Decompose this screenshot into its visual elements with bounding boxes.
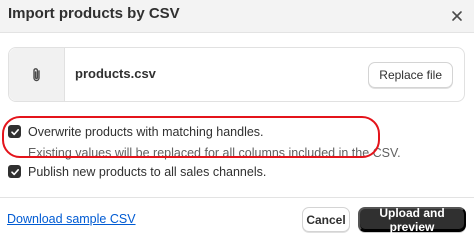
publish-option: Publish new products to all sales channe… — [8, 164, 266, 180]
file-thumbnail — [9, 48, 65, 101]
overwrite-option: Overwrite products with matching handles… — [8, 124, 401, 161]
overwrite-help-text: Existing values will be replaced for all… — [28, 146, 401, 160]
download-sample-csv-link[interactable]: Download sample CSV — [7, 212, 136, 226]
publish-checkbox[interactable] — [8, 165, 21, 178]
close-icon — [452, 11, 462, 21]
modal-header: Import products by CSV — [0, 0, 474, 33]
file-name: products.csv — [75, 66, 156, 81]
modal-footer: Download sample CSV Cancel Upload and pr… — [0, 197, 474, 235]
import-products-modal: Import products by CSV products.csv Repl… — [0, 0, 474, 235]
replace-file-button[interactable]: Replace file — [368, 62, 453, 88]
publish-label: Publish new products to all sales channe… — [28, 165, 267, 179]
overwrite-option-text: Overwrite products with matching handles… — [28, 124, 401, 161]
checkmark-icon — [10, 128, 19, 135]
file-card: products.csv Replace file — [8, 47, 465, 102]
upload-and-preview-button[interactable]: Upload and preview — [358, 206, 466, 234]
checkmark-icon — [10, 168, 19, 175]
modal-title: Import products by CSV — [8, 5, 180, 22]
overwrite-checkbox[interactable] — [8, 125, 21, 138]
close-button[interactable] — [444, 3, 470, 29]
publish-option-text: Publish new products to all sales channe… — [28, 164, 266, 180]
cancel-button[interactable]: Cancel — [302, 207, 350, 232]
paperclip-icon — [32, 67, 40, 81]
overwrite-label: Overwrite products with matching handles… — [28, 125, 264, 139]
